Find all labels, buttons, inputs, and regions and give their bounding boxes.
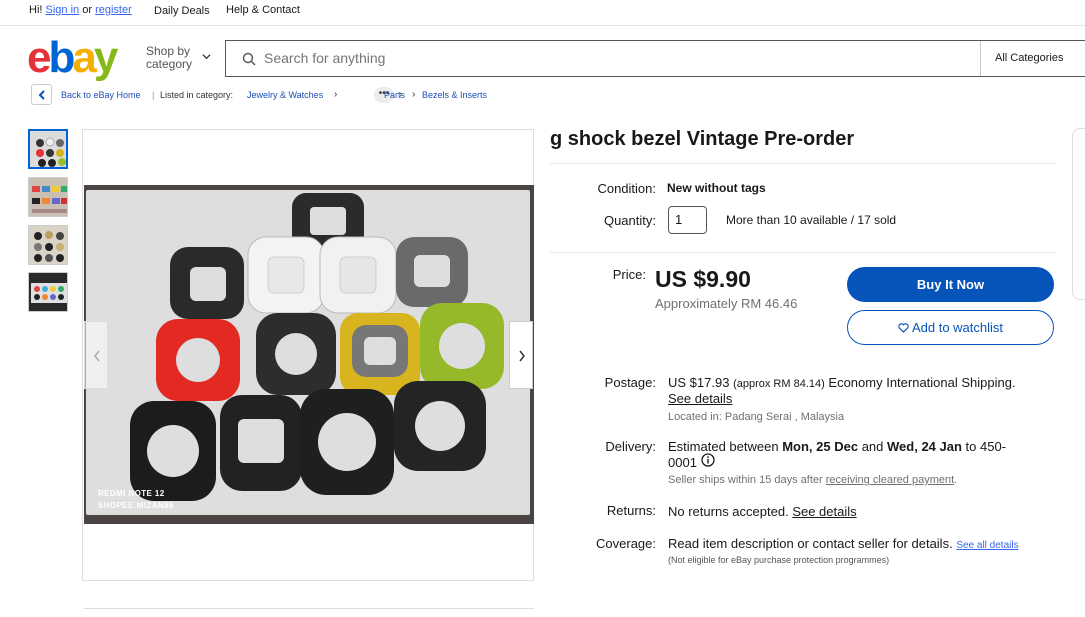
- postage-see-details-link[interactable]: See details: [668, 391, 732, 406]
- watermark-line2: SHOPEE:MIZAN86: [98, 501, 174, 510]
- postage-price: US $17.93: [668, 375, 730, 390]
- ebay-logo[interactable]: ebay: [27, 36, 118, 80]
- quantity-label: Quantity:: [603, 213, 656, 228]
- coverage-label: Coverage:: [596, 536, 656, 551]
- chevron-left-icon: [38, 90, 45, 100]
- item-location: Located in: Padang Serai , Malaysia: [668, 411, 845, 423]
- cleared-payment-link[interactable]: receiving cleared payment: [826, 474, 954, 486]
- breadcrumb-jewelry-watches[interactable]: Jewelry & Watches: [247, 90, 323, 100]
- condition-value: New without tags: [667, 181, 766, 195]
- coverage-text: Read item description or contact seller …: [668, 536, 953, 551]
- returns-label: Returns:: [606, 503, 656, 518]
- listing-title: g shock bezel Vintage Pre-order: [550, 128, 855, 150]
- shop-by-category-button[interactable]: Shop by category: [146, 45, 192, 71]
- back-button[interactable]: [31, 84, 52, 105]
- heart-icon: [898, 323, 909, 333]
- sign-in-link[interactable]: Sign in: [46, 4, 80, 16]
- or-text: or: [82, 4, 92, 16]
- coverage-value: Read item description or contact seller …: [668, 536, 1019, 551]
- ships-note-suffix: .: [954, 474, 958, 486]
- price-value: US $9.90: [655, 266, 751, 292]
- delivery-end: Wed, 24 Jan: [887, 439, 962, 454]
- delivery-start: Mon, 25 Dec: [782, 439, 859, 454]
- divider: [84, 608, 534, 609]
- previous-image-button[interactable]: [84, 321, 108, 389]
- shop-by-line2: category: [146, 57, 193, 71]
- register-link[interactable]: register: [95, 4, 132, 16]
- chevron-right-icon: ›: [412, 89, 416, 100]
- condition-label: Condition:: [597, 181, 656, 196]
- back-to-home-link[interactable]: Back to eBay Home: [61, 90, 141, 100]
- search-input[interactable]: Search for anything: [264, 50, 385, 66]
- category-select[interactable]: All Categories: [980, 41, 1085, 76]
- returns-see-details-link[interactable]: See details: [792, 504, 856, 519]
- thumbnail[interactable]: [28, 177, 68, 217]
- thumbnail-image: [30, 131, 66, 167]
- seller-card: [1072, 128, 1085, 300]
- availability-text: More than 10 available / 17 sold: [726, 213, 897, 227]
- thumbnail[interactable]: [28, 129, 68, 169]
- postage-label: Postage:: [604, 375, 656, 390]
- postage-value: US $17.93 (approx RM 84.14) Economy Inte…: [668, 375, 1048, 390]
- ships-note: Seller ships within 15 days after receiv…: [668, 474, 957, 486]
- delivery-and: and: [861, 439, 884, 454]
- approx-price: Approximately RM 46.46: [655, 296, 798, 311]
- delivery-value: Estimated between Mon, 25 Dec and Wed, 2…: [668, 439, 1038, 454]
- thumbnail-image: [29, 178, 67, 216]
- thumbnail[interactable]: [28, 272, 68, 312]
- buy-it-now-button[interactable]: Buy It Now: [847, 267, 1054, 302]
- product-photo: REDMI NOTE 12 SHOPEE:MIZAN86: [84, 185, 534, 524]
- returns-value: No returns accepted. See details: [668, 504, 857, 519]
- chevron-right-icon: [519, 350, 525, 362]
- breadcrumb-bezels-inserts[interactable]: Bezels & Inserts: [422, 90, 487, 100]
- postage-approx: (approx RM 84.14): [733, 378, 825, 390]
- chevron-down-icon[interactable]: [202, 52, 211, 61]
- next-image-button[interactable]: [509, 321, 533, 389]
- returns-text: No returns accepted.: [668, 504, 789, 519]
- greeting-text: Hi!: [29, 4, 43, 16]
- watermark-line1: REDMI NOTE 12: [98, 489, 165, 498]
- greeting: Hi! Sign in or register: [29, 4, 132, 16]
- chevron-left-icon: [94, 350, 100, 362]
- thumbnail-image: [29, 273, 67, 311]
- delivery-prefix: Estimated between: [668, 439, 779, 454]
- main-image-viewer[interactable]: REDMI NOTE 12 SHOPEE:MIZAN86: [82, 129, 534, 581]
- search-bar[interactable]: Search for anything All Categories: [225, 40, 1085, 77]
- bezels-image: [130, 193, 504, 501]
- postage-method: Economy International Shipping.: [828, 375, 1016, 390]
- photo-watermark: REDMI NOTE 12 SHOPEE:MIZAN86: [98, 488, 174, 512]
- daily-deals-link[interactable]: Daily Deals: [154, 5, 210, 17]
- chevron-right-icon: ›: [334, 89, 338, 100]
- delivery-label: Delivery:: [605, 439, 656, 454]
- breadcrumb-divider: |: [152, 90, 155, 100]
- delivery-postcode: 0001: [668, 455, 697, 470]
- watchlist-label: Add to watchlist: [911, 320, 1004, 335]
- listed-in-label: Listed in category:: [160, 90, 234, 100]
- divider: [550, 163, 1056, 164]
- see-all-details-link[interactable]: See all details: [956, 540, 1018, 551]
- thumbnail[interactable]: [28, 225, 68, 265]
- divider: [550, 252, 1056, 253]
- thumbnail-image: [29, 226, 67, 264]
- coverage-note: (Not eligible for eBay purchase protecti…: [668, 555, 890, 565]
- breadcrumb-parts[interactable]: Parts: [384, 90, 405, 100]
- add-to-watchlist-button[interactable]: Add to watchlist: [847, 310, 1054, 345]
- top-bar: Hi! Sign in or register Daily Deals Help…: [0, 0, 1085, 26]
- search-icon: [242, 52, 256, 66]
- quantity-input[interactable]: 1: [668, 206, 707, 234]
- price-label: Price:: [612, 267, 646, 282]
- help-contact-link[interactable]: Help & Contact: [226, 4, 300, 16]
- delivery-to: to 450-: [965, 439, 1007, 454]
- info-icon[interactable]: [701, 453, 715, 467]
- ships-note-prefix: Seller ships within 15 days after: [668, 474, 823, 486]
